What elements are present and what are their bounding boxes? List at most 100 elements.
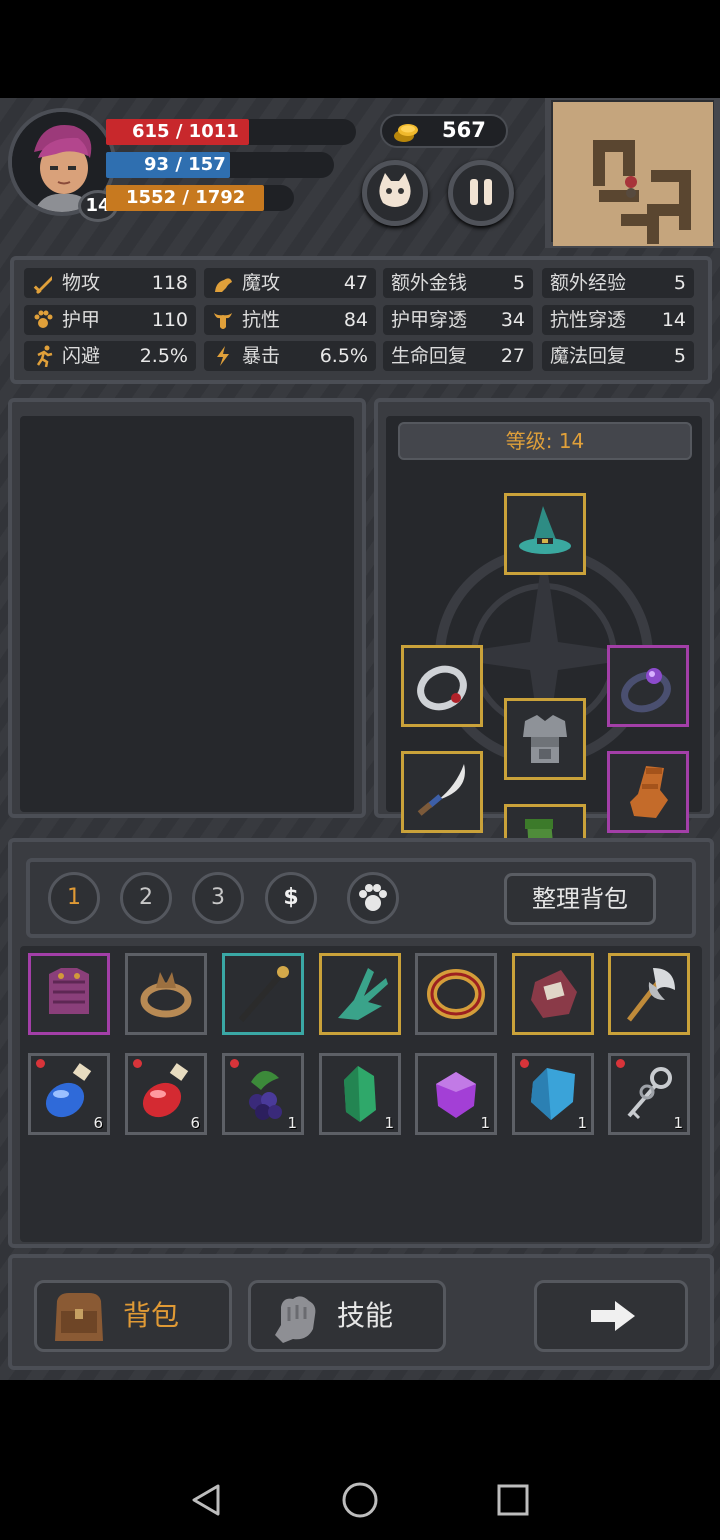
bag-tab-3[interactable]: 3 — [192, 872, 244, 924]
amethyst-ring-icon — [621, 668, 671, 713]
mp-bar: 93 / 157 — [106, 152, 230, 178]
next-button[interactable] — [534, 1280, 688, 1352]
pause-button[interactable] — [448, 160, 514, 226]
bull-icon — [214, 313, 232, 329]
equip-slot-gloves[interactable] — [607, 751, 689, 833]
skills-button[interactable]: 技能 — [248, 1280, 446, 1352]
bag-item[interactable] — [28, 953, 110, 1035]
chest-armor-icon — [523, 715, 567, 763]
arrow-right-icon — [591, 1301, 635, 1331]
stat-label: 魔攻 — [242, 272, 281, 294]
skills-button-label: 技能 — [337, 1299, 394, 1332]
bag-item[interactable]: 1 — [608, 1053, 690, 1135]
item-count: 1 — [384, 1114, 394, 1132]
stat-label: 暴击 — [242, 345, 281, 367]
bag-tab-pet[interactable] — [347, 872, 399, 924]
bag-item[interactable] — [222, 953, 304, 1035]
bag-item[interactable] — [608, 953, 690, 1035]
stat-item: 生命回复 27 — [383, 341, 533, 371]
stat-value: 118 — [151, 272, 188, 294]
stat-label: 生命回复 — [391, 345, 468, 367]
stat-label: 护甲穿透 — [391, 309, 468, 331]
bag-item[interactable]: 1 — [222, 1053, 304, 1135]
battle-axe-icon — [627, 968, 675, 1022]
equip-slot-ring-left[interactable] — [401, 645, 483, 727]
stat-item: 魔法回复 5 — [542, 341, 694, 371]
stat-label: 抗性穿透 — [550, 309, 627, 331]
equip-slot-head[interactable] — [504, 493, 586, 575]
bag-tab-shop[interactable]: $ — [265, 872, 317, 924]
stat-value: 34 — [500, 309, 525, 331]
bag-tab-2[interactable]: 2 — [120, 872, 172, 924]
bag-button-label: 背包 — [123, 1299, 180, 1332]
leather-gauntlet-icon — [630, 766, 668, 818]
green-glove-icon — [338, 968, 388, 1020]
bag-item[interactable] — [319, 953, 401, 1035]
stat-item: 物攻 118 — [24, 268, 196, 298]
equip-slot-ring-right[interactable] — [607, 645, 689, 727]
bag-item[interactable]: 1 — [512, 1053, 594, 1135]
stat-item: 抗性 84 — [204, 305, 376, 335]
bag-item[interactable] — [512, 953, 594, 1035]
stat-item: 魔攻 47 — [204, 268, 376, 298]
back-icon[interactable] — [188, 1482, 224, 1518]
fist-icon — [275, 1296, 316, 1343]
curved-dagger-icon — [417, 764, 465, 816]
item-count: 1 — [287, 1114, 297, 1132]
organize-bag-button[interactable]: 整理背包 — [504, 873, 656, 925]
stat-value: 14 — [661, 309, 686, 331]
bag-item[interactable]: 1 — [415, 1053, 497, 1135]
stat-label: 闪避 — [62, 345, 101, 367]
silver-ring-icon — [417, 665, 467, 711]
bronze-ring-icon — [140, 972, 192, 1018]
lightning-icon — [217, 346, 229, 366]
game-screen: 14 615 / 1011 93 / 157 1552 / 1792 567 物… — [0, 98, 720, 1380]
stat-label: 魔法回复 — [550, 345, 627, 367]
stat-item: 暴击 6.5% — [204, 341, 376, 371]
bag-button[interactable]: 背包 — [34, 1280, 232, 1352]
stat-value: 6.5% — [319, 345, 368, 367]
home-icon[interactable] — [341, 1481, 379, 1519]
pause-icon — [470, 179, 492, 205]
equipment-level-label: 等级: 14 — [398, 422, 692, 460]
stat-label: 额外金钱 — [391, 272, 468, 294]
stat-value: 47 — [343, 272, 368, 294]
bag-item[interactable]: 6 — [125, 1053, 207, 1135]
emerald-crystal-icon — [344, 1066, 376, 1122]
stat-value: 2.5% — [139, 345, 188, 367]
stat-label: 物攻 — [62, 272, 101, 294]
backpack-icon — [55, 1293, 103, 1341]
item-count: 1 — [577, 1114, 587, 1132]
hud-header: 14 615 / 1011 93 / 157 1552 / 1792 567 — [0, 98, 720, 248]
wizard-hat-icon — [519, 506, 571, 554]
berries-icon — [249, 1070, 282, 1120]
paw-icon — [34, 310, 53, 328]
sapphire-crystal-icon — [531, 1068, 575, 1120]
purple-chest-armor-icon — [49, 968, 89, 1014]
stat-value: 5 — [673, 345, 686, 367]
magic-hand-icon — [215, 278, 232, 292]
pet-button[interactable] — [362, 160, 428, 226]
recent-apps-icon[interactable] — [495, 1482, 531, 1518]
leather-bracer-icon — [531, 970, 577, 1018]
blue-potion-icon — [45, 1063, 92, 1118]
ruby-band-ring-icon — [427, 969, 485, 1019]
mp-text: 93 / 157 — [144, 154, 226, 175]
equip-slot-weapon[interactable] — [401, 751, 483, 833]
bag-item[interactable] — [125, 953, 207, 1035]
bag-item[interactable]: 1 — [319, 1053, 401, 1135]
bag-tab-1[interactable]: 1 — [48, 872, 100, 924]
stat-label: 抗性 — [242, 309, 281, 331]
dungeon-minimap[interactable] — [545, 98, 720, 248]
item-detail-area — [20, 416, 354, 812]
bag-item[interactable]: 6 — [28, 1053, 110, 1135]
paw-icon — [359, 884, 387, 911]
hp-text: 615 / 1011 — [132, 121, 239, 142]
stat-item: 额外金钱 5 — [383, 268, 533, 298]
hp-bar: 615 / 1011 — [106, 119, 249, 145]
stat-item: 护甲 110 — [24, 305, 196, 335]
xp-bar: 1552 / 1792 — [106, 185, 264, 211]
item-count: 6 — [190, 1114, 200, 1132]
equip-slot-armor[interactable] — [504, 698, 586, 780]
bag-item[interactable] — [415, 953, 497, 1035]
